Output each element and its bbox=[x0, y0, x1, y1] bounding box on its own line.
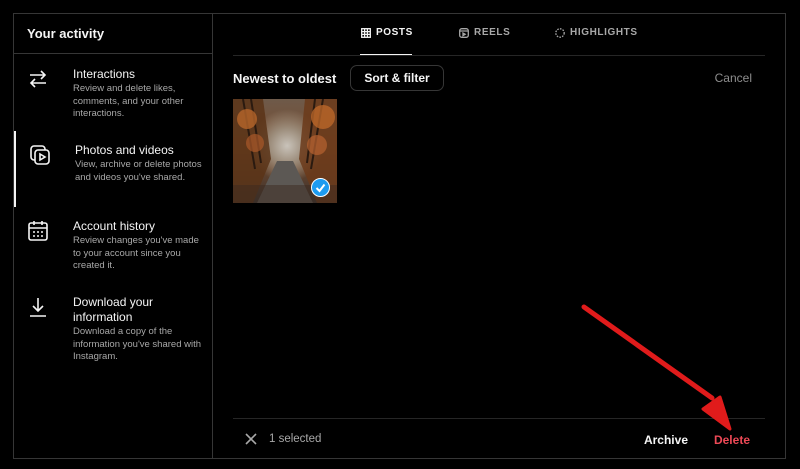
active-tab-indicator bbox=[360, 54, 412, 55]
sidebar-item-description: Download a copy of the information you'v… bbox=[73, 326, 202, 362]
sidebar-title: Your activity bbox=[14, 14, 212, 54]
tab-label: HIGHLIGHTS bbox=[570, 27, 638, 38]
download-icon bbox=[26, 295, 50, 319]
tab-reels[interactable]: REELS bbox=[459, 27, 510, 38]
sidebar-item-label: Interactions bbox=[73, 67, 136, 81]
sidebar-item-label: Account history bbox=[73, 219, 156, 233]
sort-filter-button[interactable]: Sort & filter bbox=[350, 65, 444, 91]
photos-videos-icon bbox=[28, 143, 52, 167]
sidebar-item-description: View, archive or delete photos and video… bbox=[75, 159, 202, 183]
sidebar-item-label: Download your information bbox=[73, 295, 154, 324]
calendar-icon bbox=[26, 219, 50, 243]
selection-action-bar: 1 selected Archive Delete bbox=[233, 418, 765, 460]
selected-check-icon[interactable] bbox=[311, 178, 330, 197]
sidebar-item-interactions[interactable]: Interactions Review and delete likes, co… bbox=[14, 67, 212, 121]
main-panel: POSTS REELS HIGHLIGHTS Newest to oldest … bbox=[213, 14, 785, 458]
tab-highlights[interactable]: HIGHLIGHTS bbox=[555, 27, 638, 38]
reels-icon bbox=[459, 27, 469, 38]
activity-window: Your activity Interactions Review and de… bbox=[13, 13, 786, 459]
sidebar: Your activity Interactions Review and de… bbox=[14, 14, 213, 458]
selected-count: 1 selected bbox=[269, 433, 322, 445]
sidebar-item-download-information[interactable]: Download your information Download a cop… bbox=[14, 295, 212, 364]
tab-label: REELS bbox=[474, 27, 511, 38]
arrows-swap-icon bbox=[26, 67, 50, 91]
tab-posts[interactable]: POSTS bbox=[361, 27, 413, 38]
delete-button[interactable]: Delete bbox=[714, 433, 750, 447]
archive-button[interactable]: Archive bbox=[644, 433, 688, 447]
sidebar-item-description: Review and delete likes, comments, and y… bbox=[73, 83, 184, 119]
sidebar-item-label: Photos and videos bbox=[75, 143, 174, 157]
post-thumbnail[interactable] bbox=[233, 99, 337, 203]
sidebar-item-photos-and-videos[interactable]: Photos and videos View, archive or delet… bbox=[14, 131, 212, 207]
sidebar-item-description: Review changes you've made to your accou… bbox=[73, 235, 199, 271]
cancel-button[interactable]: Cancel bbox=[715, 71, 752, 85]
tab-bar: POSTS REELS HIGHLIGHTS bbox=[233, 14, 765, 56]
tab-label: POSTS bbox=[376, 27, 413, 38]
grid-icon bbox=[361, 27, 371, 38]
sidebar-item-account-history[interactable]: Account history Review changes you've ma… bbox=[14, 219, 212, 273]
highlights-icon bbox=[555, 27, 565, 38]
close-selection-icon[interactable] bbox=[244, 432, 258, 446]
sort-order-label: Newest to oldest bbox=[233, 71, 337, 86]
